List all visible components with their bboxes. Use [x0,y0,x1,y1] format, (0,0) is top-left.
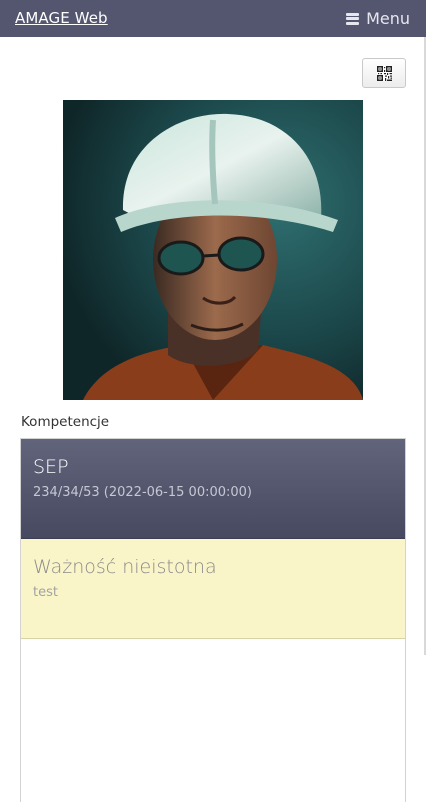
competence-title: Ważność nieistotna [33,556,217,578]
competence-detail: test [33,585,58,600]
hamburger-icon [346,12,360,25]
section-label-kompetencje: Kompetencje [21,414,110,430]
competence-item-sep[interactable]: SEP 234/34/53 (2022-06-15 00:00:00) [21,439,405,539]
top-navbar: AMAGE Web Menu [0,0,426,37]
competences-list: SEP 234/34/53 (2022-06-15 00:00:00) Ważn… [20,438,406,802]
qr-code-button[interactable] [362,58,406,88]
menu-label: Menu [366,9,410,28]
menu-button[interactable]: Menu [346,9,410,28]
competence-detail: 234/34/53 (2022-06-15 00:00:00) [33,485,253,500]
competence-title: SEP [33,456,69,478]
competence-item-waznosc[interactable]: Ważność nieistotna test [21,539,405,639]
portrait-photo [63,100,363,400]
qr-code-icon [376,65,392,81]
brand-link[interactable]: AMAGE Web [15,9,108,27]
